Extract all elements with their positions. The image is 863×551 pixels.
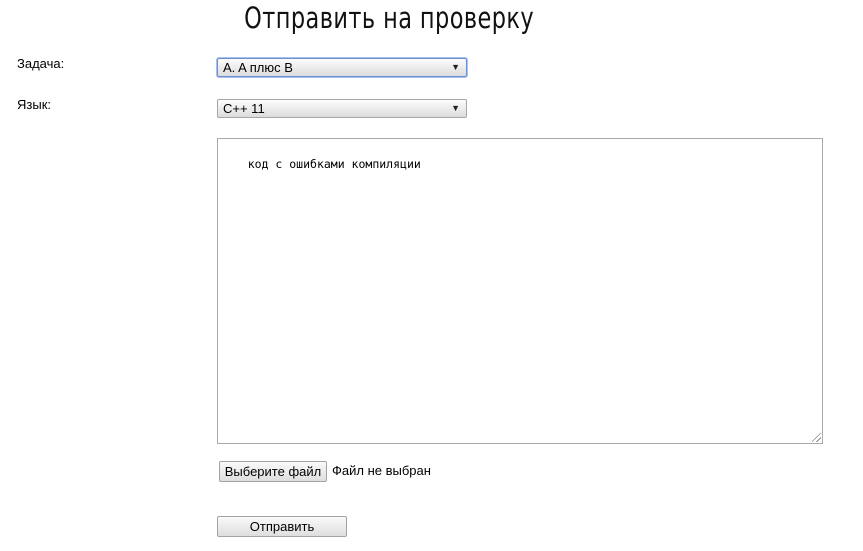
page-title: Отправить на проверку xyxy=(244,1,535,35)
chevron-down-icon: ▼ xyxy=(451,103,460,113)
problem-label: Задача: xyxy=(17,56,65,71)
problem-select-value: A. A плюс B xyxy=(223,60,293,75)
file-status-text: Файл не выбран xyxy=(332,463,431,478)
submission-page: Отправить на проверку Задача: A. A плюс … xyxy=(0,0,863,551)
code-textarea[interactable]: код с ошибками компиляции xyxy=(217,138,823,444)
chevron-down-icon: ▼ xyxy=(451,62,460,72)
language-select-value: C++ 11 xyxy=(223,101,265,116)
language-select[interactable]: C++ 11 ▼ xyxy=(217,99,467,118)
problem-select[interactable]: A. A плюс B ▼ xyxy=(217,58,467,77)
resize-grip-icon[interactable] xyxy=(812,433,821,442)
code-text: код с ошибками компиляции xyxy=(247,157,421,171)
choose-file-button[interactable]: Выберите файл xyxy=(219,461,327,482)
language-label: Язык: xyxy=(17,97,51,112)
submit-button[interactable]: Отправить xyxy=(217,516,347,537)
